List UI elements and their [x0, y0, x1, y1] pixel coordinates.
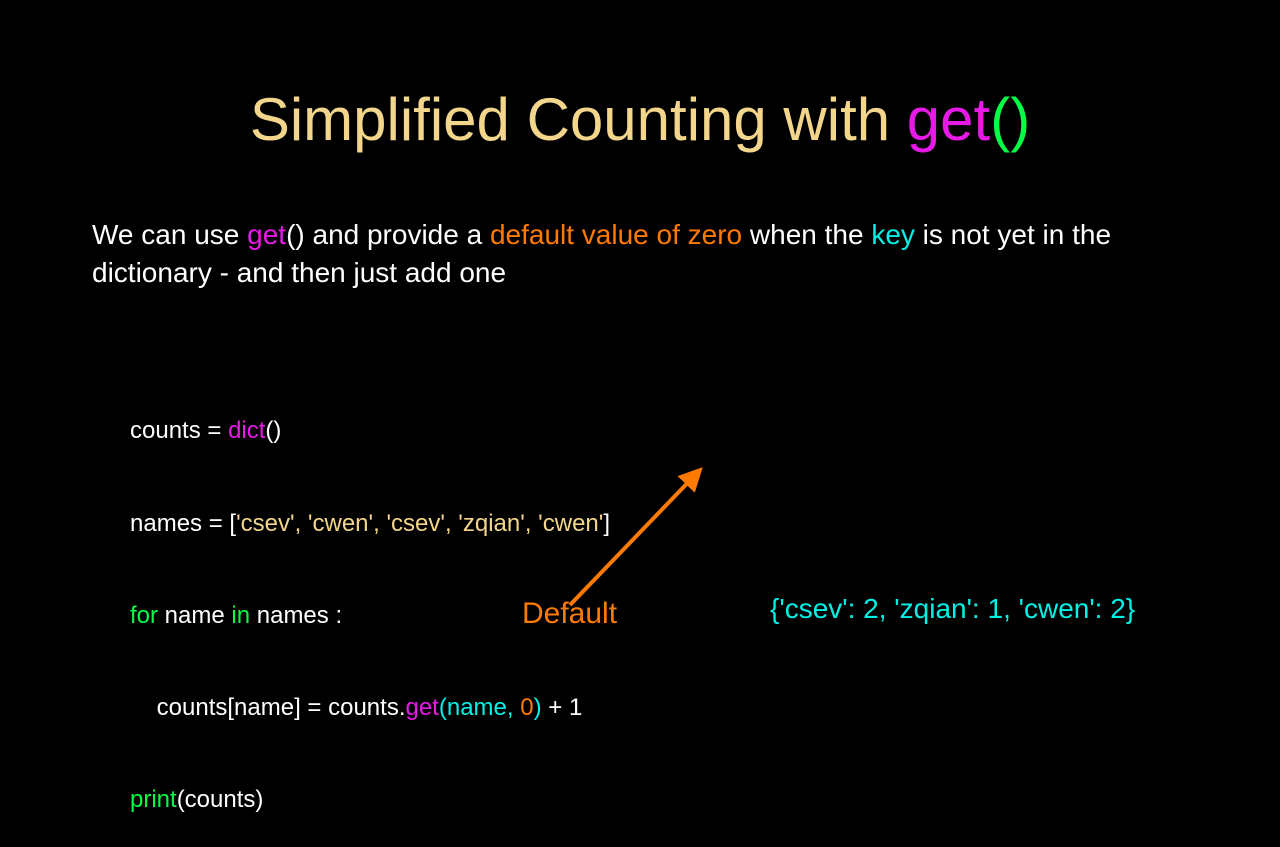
title-text: Simplified Counting with	[250, 86, 907, 153]
desc-part-1: We can use	[92, 219, 247, 250]
output-text: {'csev': 2, 'zqian': 1, 'cwen': 2}	[770, 593, 1135, 625]
desc-key: key	[871, 219, 915, 250]
code-line-5: print(counts)	[130, 785, 610, 816]
default-label: Default	[522, 597, 617, 631]
slide-title: Simplified Counting with get()	[0, 85, 1280, 154]
arrow-icon	[530, 455, 730, 620]
desc-get: get	[247, 219, 286, 250]
title-parens: ()	[990, 86, 1030, 153]
desc-part-3: when the	[742, 219, 871, 250]
code-line-1: counts = dict()	[130, 416, 610, 447]
desc-part-2: () and provide a	[286, 219, 490, 250]
title-get: get	[907, 86, 990, 153]
code-line-4: counts[name] = counts.get(name, 0) + 1	[130, 693, 610, 724]
desc-default: default value of zero	[490, 219, 742, 250]
description-paragraph: We can use get() and provide a default v…	[92, 216, 1200, 292]
